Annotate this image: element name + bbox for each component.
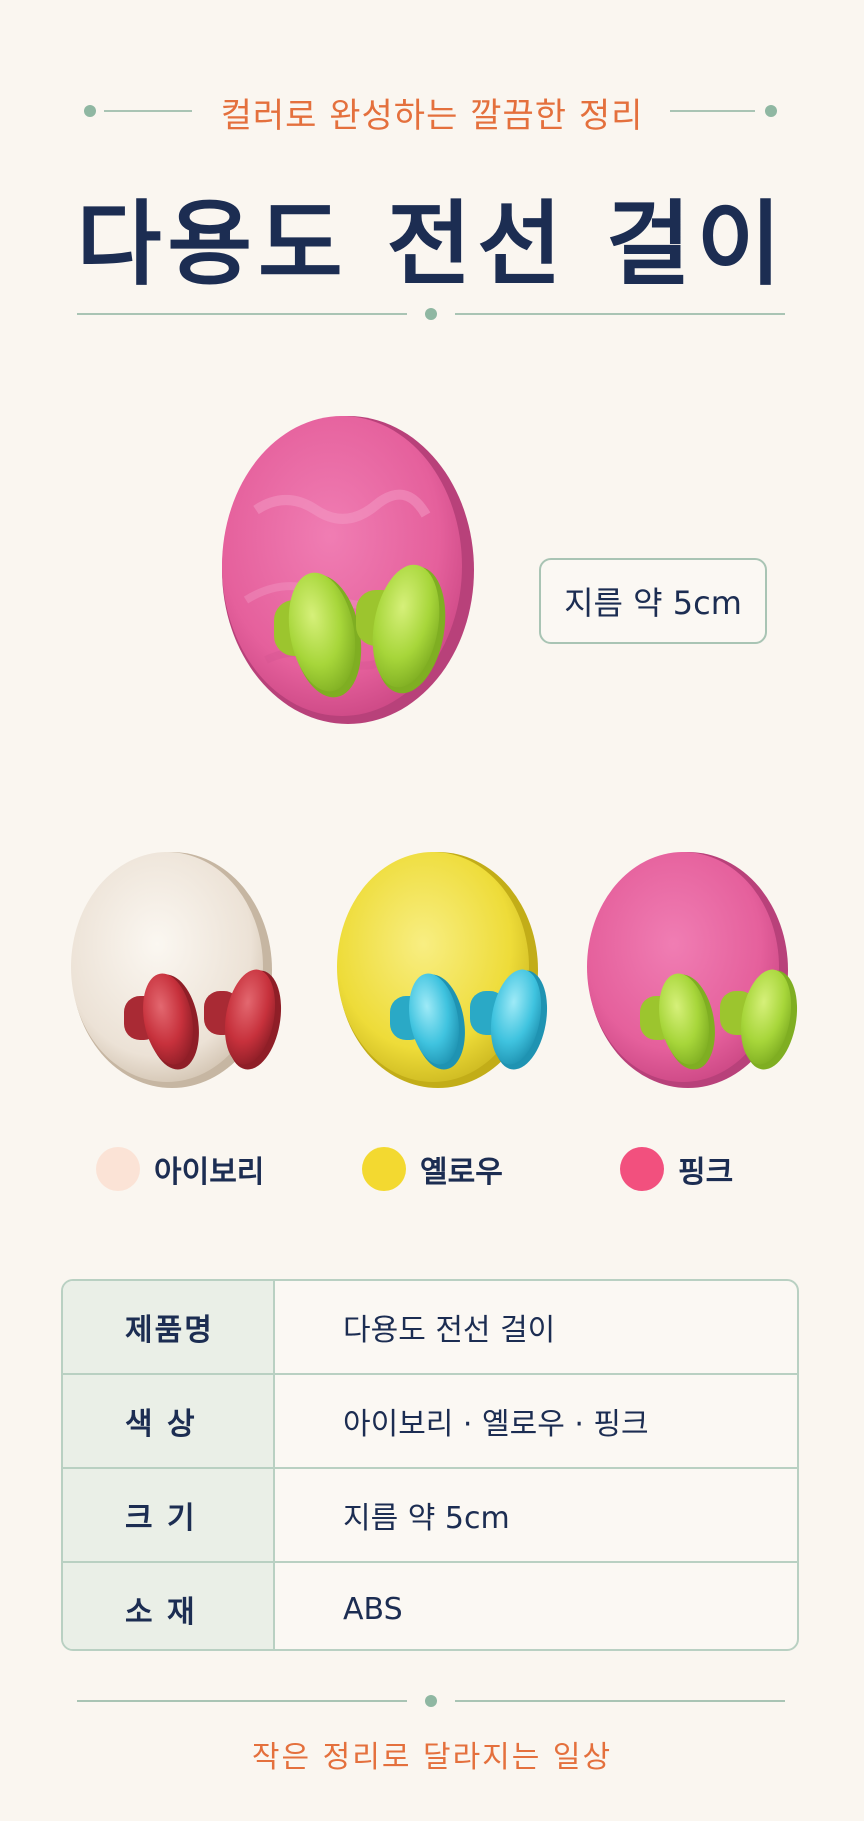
- footer-divider-left: [77, 1700, 407, 1702]
- footer-divider-dot: [425, 1695, 437, 1707]
- color-label-yellow: 옐로우: [420, 1155, 503, 1190]
- color-option-pink: 핑크: [620, 1144, 733, 1194]
- product-image-ivory: [64, 846, 294, 1096]
- spec-key: 소 재: [63, 1563, 275, 1649]
- swatch-ivory: [96, 1147, 140, 1191]
- size-badge: 지름 약 5cm: [539, 558, 767, 644]
- divider-dot: [425, 308, 437, 320]
- spec-key: 크 기: [63, 1469, 275, 1561]
- page-title: 다용도 전선 걸이: [76, 191, 788, 298]
- color-label-pink: 핑크: [678, 1155, 734, 1190]
- spec-row: 색 상 아이보리 · 옐로우 · 핑크: [63, 1375, 797, 1469]
- spec-row: 소 재 ABS: [63, 1563, 797, 1649]
- spec-table: 제품명 다용도 전선 걸이 색 상 아이보리 · 옐로우 · 핑크 크 기 지름…: [61, 1279, 799, 1651]
- spec-value: 지름 약 5cm: [343, 1501, 510, 1536]
- swatch-yellow: [362, 1147, 406, 1191]
- spec-value: ABS: [343, 1591, 403, 1627]
- color-option-ivory: 아이보리: [96, 1144, 264, 1194]
- footer-tagline: 작은 정리로 달라지는 일상: [251, 1740, 613, 1775]
- color-option-yellow: 옐로우: [362, 1144, 503, 1194]
- subtitle: 컬러로 완성하는 깔끔한 정리: [220, 96, 644, 136]
- product-image-pink: [580, 846, 810, 1096]
- divider-right: [455, 313, 785, 315]
- decor-line-right: [670, 110, 755, 112]
- spec-row: 크 기 지름 약 5cm: [63, 1469, 797, 1563]
- divider-left: [77, 313, 407, 315]
- spec-value: 다용도 전선 걸이: [343, 1313, 556, 1348]
- product-image-yellow: [330, 846, 560, 1096]
- spec-key: 제품명: [63, 1281, 275, 1373]
- spec-row: 제품명 다용도 전선 걸이: [63, 1281, 797, 1375]
- main-product-image: [196, 400, 496, 730]
- spec-key: 색 상: [63, 1375, 275, 1467]
- swatch-pink: [620, 1147, 664, 1191]
- color-label-ivory: 아이보리: [154, 1155, 265, 1190]
- decor-dot-right: [765, 105, 777, 117]
- footer-divider-right: [455, 1700, 785, 1702]
- spec-value: 아이보리 · 옐로우 · 핑크: [343, 1407, 649, 1442]
